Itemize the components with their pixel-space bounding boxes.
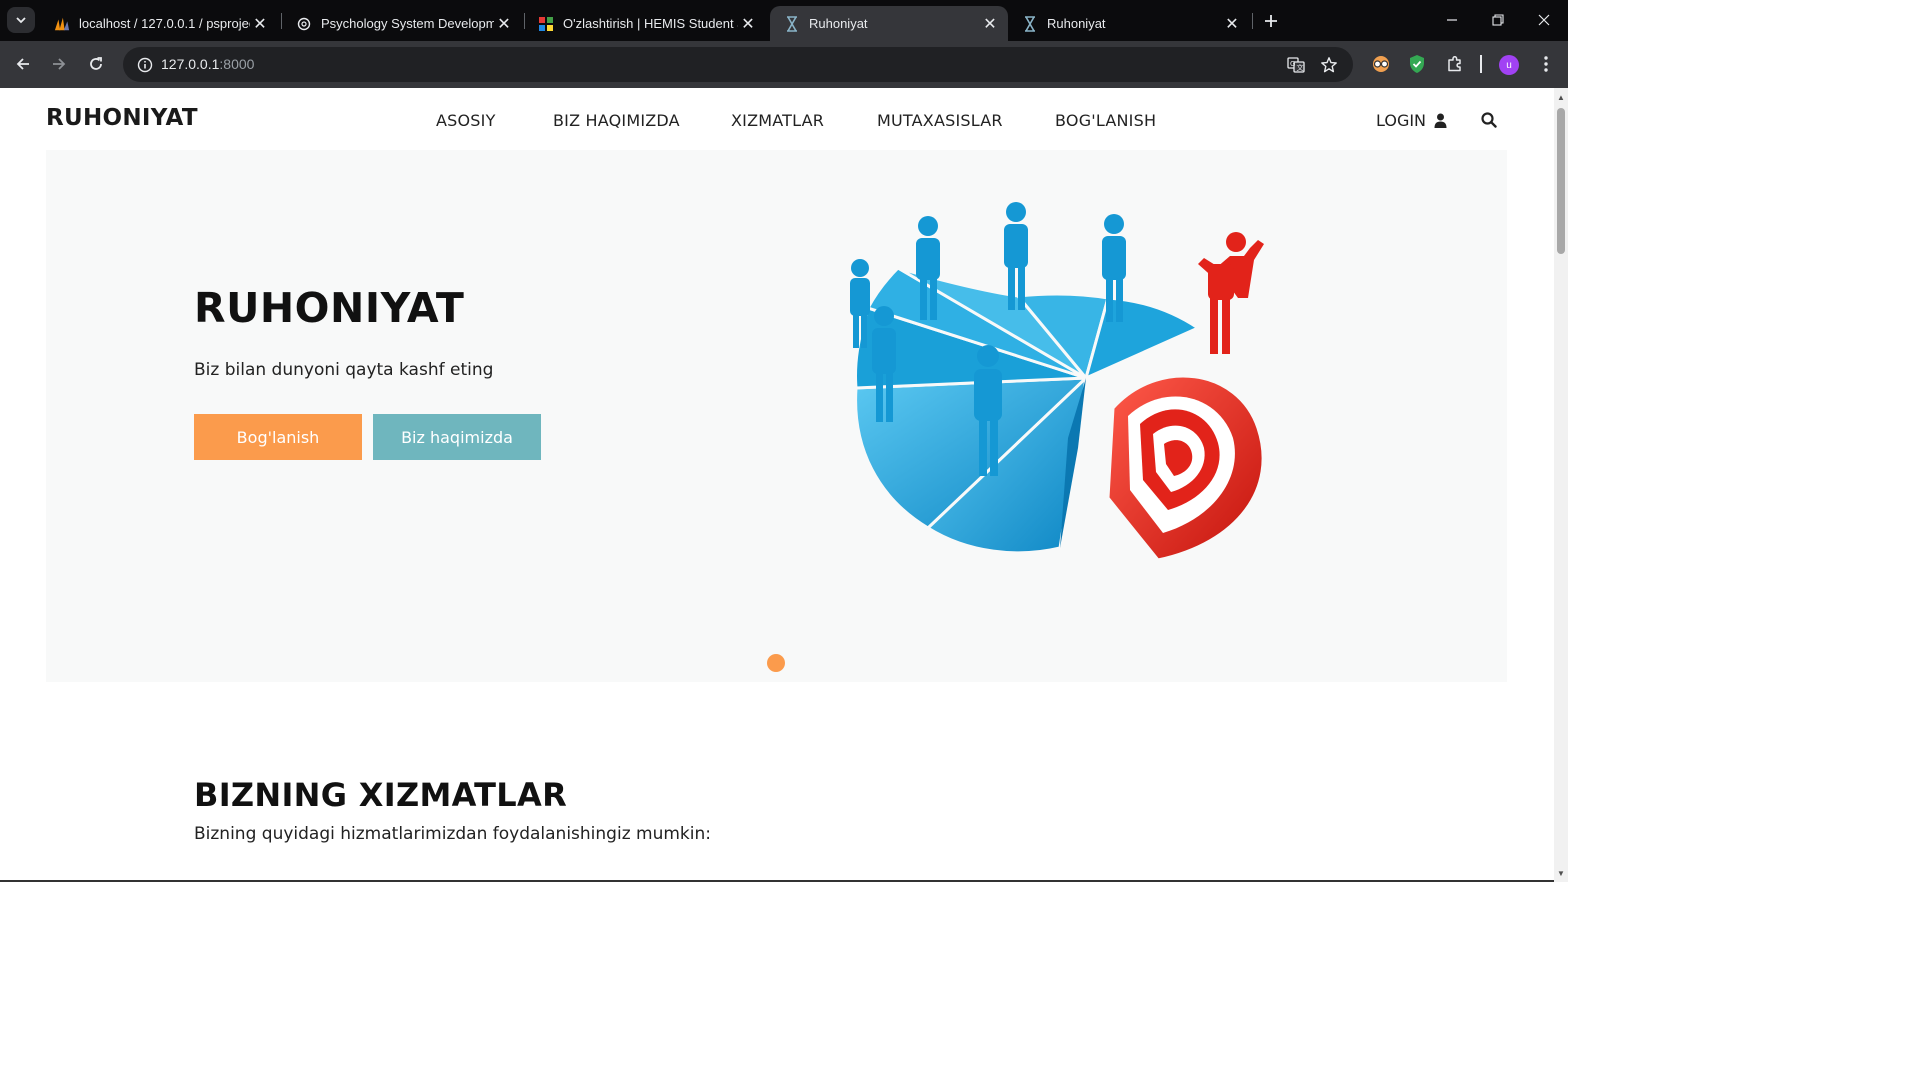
page-scrollbar[interactable]: ▲ ▼ xyxy=(1554,88,1568,882)
team-target-pie-illustration xyxy=(850,202,1265,562)
scroll-up-arrow-icon[interactable]: ▲ xyxy=(1556,92,1566,102)
browser-tab-4-active[interactable]: Ruhoniyat ✕ xyxy=(770,6,1008,41)
more-vertical-icon xyxy=(1544,56,1548,72)
scroll-down-arrow-icon[interactable]: ▼ xyxy=(1556,868,1566,878)
plus-icon xyxy=(1265,15,1277,27)
hero-title: RUHONIYAT xyxy=(194,284,465,332)
web-page: RUHONIYAT ASOSIY BIZ HAQIMIZDA XIZMATLAR… xyxy=(0,88,1554,882)
openai-icon xyxy=(296,16,312,32)
login-label: LOGIN xyxy=(1376,111,1427,130)
svg-text:文: 文 xyxy=(1297,63,1304,72)
close-icon xyxy=(1538,14,1550,26)
restore-icon xyxy=(1492,14,1504,26)
tab-search-button[interactable] xyxy=(7,7,35,33)
close-icon[interactable]: ✕ xyxy=(250,14,270,34)
browser-toolbar: 127.0.0.1:8000 G文 u xyxy=(0,41,1568,88)
nav-item-boglanish[interactable]: BOG'LANISH xyxy=(1055,111,1156,130)
scrollbar-thumb[interactable] xyxy=(1557,108,1565,254)
extension-shield-icon[interactable] xyxy=(1402,49,1432,79)
arrow-right-icon xyxy=(53,58,66,70)
phpmyadmin-icon xyxy=(54,16,70,32)
services-heading: BIZNING XIZMATLAR xyxy=(194,776,568,814)
tab-title: Psychology System Development xyxy=(321,16,494,31)
close-icon[interactable]: ✕ xyxy=(980,14,1000,34)
site-info-icon[interactable] xyxy=(131,51,159,79)
translate-icon[interactable]: G文 xyxy=(1282,51,1310,79)
close-icon[interactable]: ✕ xyxy=(494,14,514,34)
tab-title: localhost / 127.0.0.1 / psproject xyxy=(79,16,250,31)
new-tab-button[interactable] xyxy=(1259,9,1283,33)
svg-text:G: G xyxy=(1290,60,1295,68)
site-logo[interactable]: RUHONIYAT xyxy=(46,105,198,131)
hemis-icon xyxy=(538,16,554,32)
browser-menu-button[interactable] xyxy=(1531,49,1561,79)
reload-button[interactable] xyxy=(81,49,111,79)
profile-avatar[interactable]: u xyxy=(1499,55,1519,75)
nav-item-asosiy[interactable]: ASOSIY xyxy=(436,111,496,130)
tab-title: O'zlashtirish | HEMIS Student axborot ti… xyxy=(563,16,738,31)
url-port: :8000 xyxy=(219,56,255,72)
forward-button[interactable] xyxy=(44,49,74,79)
browser-tab-2[interactable]: Psychology System Development ✕ xyxy=(282,6,522,41)
extensions-puzzle-icon[interactable] xyxy=(1440,49,1470,79)
site-icon xyxy=(1022,15,1038,32)
toolbar-divider xyxy=(1480,55,1482,73)
site-icon xyxy=(784,15,800,32)
minimize-button[interactable] xyxy=(1429,6,1475,34)
browser-tab-3[interactable]: O'zlashtirish | HEMIS Student axborot ti… xyxy=(524,6,766,41)
tab-title: Ruhoniyat xyxy=(1047,16,1106,31)
close-window-button[interactable] xyxy=(1521,6,1567,34)
about-button[interactable]: Biz haqimizda xyxy=(373,414,541,460)
site-header: RUHONIYAT ASOSIY BIZ HAQIMIZDA XIZMATLAR… xyxy=(0,88,1554,150)
chevron-down-icon xyxy=(16,17,26,24)
browser-tab-bar: localhost / 127.0.0.1 / psproject ✕ Psyc… xyxy=(0,0,1568,41)
close-icon[interactable]: ✕ xyxy=(1222,14,1242,34)
hero-subtitle: Biz bilan dunyoni qayta kashf eting xyxy=(194,360,494,380)
tab-title: Ruhoniyat xyxy=(809,16,868,31)
close-icon[interactable]: ✕ xyxy=(738,14,758,34)
bookmark-star-icon[interactable] xyxy=(1315,51,1343,79)
hero-slider: RUHONIYAT Biz bilan dunyoni qayta kashf … xyxy=(46,150,1507,682)
nav-item-biz-haqimizda[interactable]: BIZ HAQIMIZDA xyxy=(553,111,680,130)
user-icon xyxy=(1434,113,1447,128)
services-subtitle: Bizning quyidagi hizmatlarimizdan foydal… xyxy=(194,824,711,844)
nav-item-mutaxasislar[interactable]: MUTAXASISLAR xyxy=(877,111,1003,130)
page-bottom-border xyxy=(0,880,1554,882)
search-icon xyxy=(1481,112,1497,128)
reload-icon xyxy=(90,57,102,70)
browser-tab-1[interactable]: localhost / 127.0.0.1 / psproject ✕ xyxy=(40,6,278,41)
nav-item-xizmatlar[interactable]: XIZMATLAR xyxy=(731,111,824,130)
restore-button[interactable] xyxy=(1475,6,1521,34)
login-link[interactable]: LOGIN xyxy=(1376,111,1447,130)
extension-glasses-icon[interactable] xyxy=(1366,49,1396,79)
carousel-indicator-active[interactable] xyxy=(767,654,785,672)
minimize-icon xyxy=(1447,19,1457,21)
browser-tab-5[interactable]: Ruhoniyat ✕ xyxy=(1008,6,1250,41)
contact-button[interactable]: Bog'lanish xyxy=(194,414,362,460)
search-button[interactable] xyxy=(1479,110,1499,130)
url-host: 127.0.0.1 xyxy=(161,56,220,72)
back-button[interactable] xyxy=(8,49,38,79)
address-bar[interactable]: 127.0.0.1:8000 G文 xyxy=(123,47,1353,82)
url-text: 127.0.0.1:8000 xyxy=(161,56,254,72)
arrow-left-icon xyxy=(16,58,29,70)
tab-divider xyxy=(1252,13,1253,29)
